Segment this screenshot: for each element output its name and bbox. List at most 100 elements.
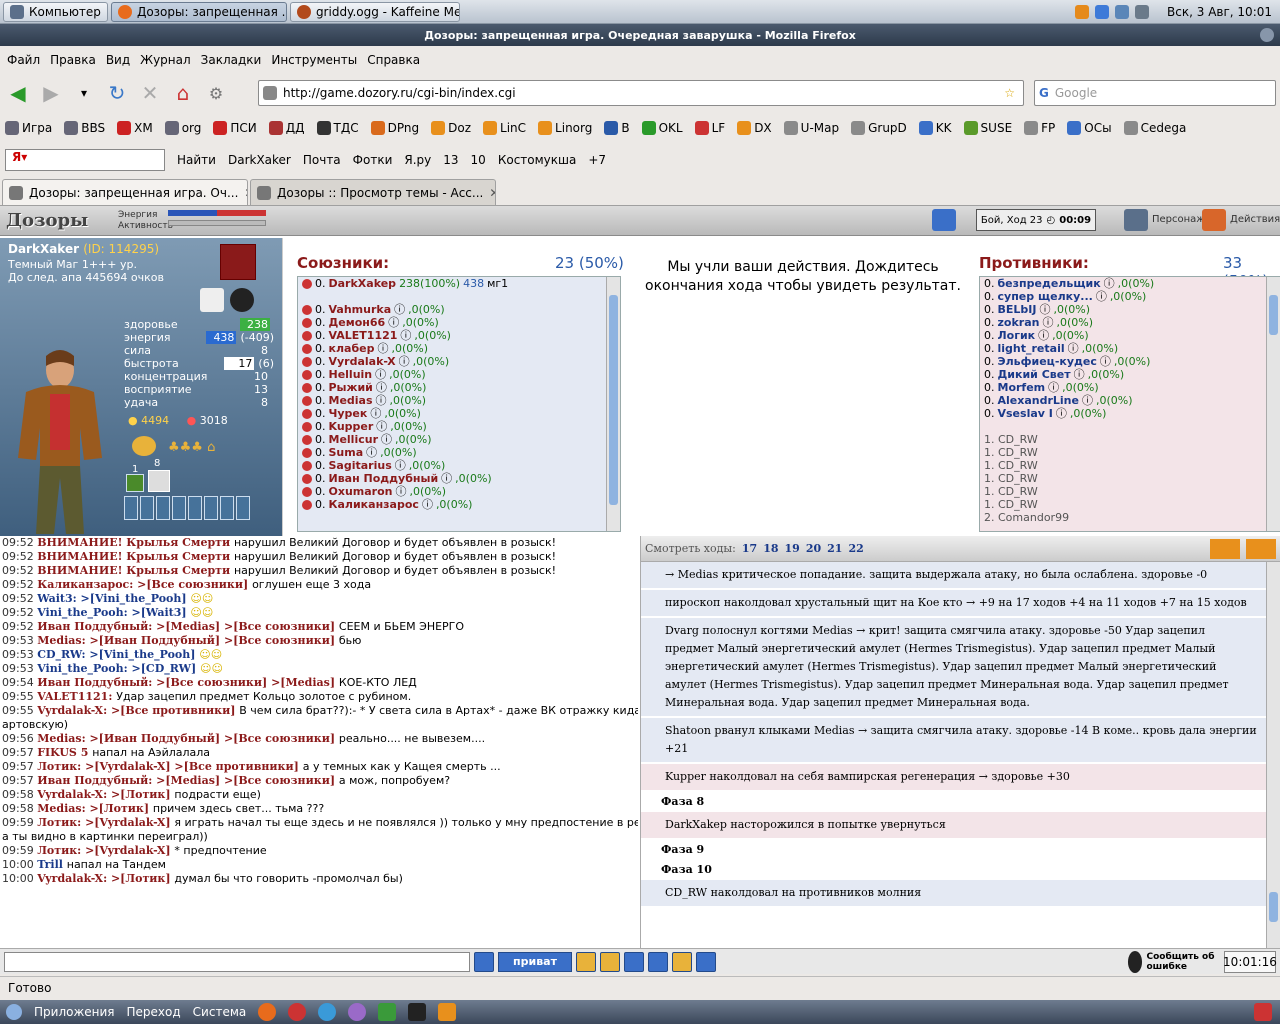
enemy-row[interactable]: 0. Логик ⓘ ,0(0%): [980, 329, 1280, 342]
trash-icon[interactable]: [1254, 1003, 1272, 1021]
bookmark-item[interactable]: OKL: [641, 121, 683, 135]
turn-link[interactable]: 22: [848, 542, 863, 555]
ally-name[interactable]: Oxumaron: [329, 485, 393, 498]
yandex-mail[interactable]: Почта: [303, 153, 341, 167]
bookmark-item[interactable]: ОСы: [1067, 121, 1112, 135]
bookmark-item[interactable]: Cedega: [1123, 121, 1186, 135]
yandex-search-input[interactable]: Я▾: [5, 149, 165, 171]
chat-sender[interactable]: VALET1121:: [37, 690, 116, 703]
chat-sender[interactable]: CD_RW: >[Vini_the_Pooh]: [37, 648, 199, 661]
bookmark-item[interactable]: ПСИ: [213, 121, 257, 135]
firefox-launcher-icon[interactable]: [258, 1003, 277, 1021]
chat-sender[interactable]: Vyrdalak-X: >[Все противники]: [37, 704, 239, 717]
chat-tool-icon[interactable]: [672, 951, 692, 972]
ally-name[interactable]: Каликанзарос: [329, 498, 419, 511]
ally-name[interactable]: Mellicur: [329, 433, 379, 446]
info-icon[interactable]: ⓘ: [394, 303, 405, 316]
enemy-name[interactable]: light_retail: [998, 342, 1065, 355]
enemy-row[interactable]: 0. Эльфиец-кудес ⓘ ,0(0%): [980, 355, 1280, 368]
skill-slot-icon[interactable]: [148, 470, 170, 492]
battle-view-icon[interactable]: [1210, 538, 1240, 559]
search-box[interactable]: G Google: [1034, 80, 1276, 106]
gift-icon[interactable]: [200, 288, 224, 312]
yandex-yaru[interactable]: Я.ру: [404, 153, 431, 167]
ally-row[interactable]: 0. Иван Поддубный ⓘ ,0(0%): [298, 472, 620, 485]
chat-input[interactable]: [4, 951, 470, 972]
network-icon[interactable]: [1115, 4, 1130, 19]
chat-sender[interactable]: Medias: >[Иван Поддубный] >[Все союзники…: [37, 732, 339, 745]
info-icon[interactable]: ⓘ: [441, 472, 452, 485]
menu-help[interactable]: Справка: [362, 53, 425, 67]
info-icon[interactable]: ⓘ: [1100, 355, 1111, 368]
ally-row[interactable]: 0. Чурек ⓘ ,0(0%): [298, 407, 620, 420]
taskbar-computer[interactable]: Компьютер: [3, 1, 108, 22]
bookmark-item[interactable]: SUSE: [963, 121, 1012, 135]
close-tab-icon[interactable]: ✕: [489, 186, 495, 200]
info-icon[interactable]: ⓘ: [422, 498, 433, 511]
bookmark-item[interactable]: KK: [918, 121, 952, 135]
enemy-name[interactable]: супер щелку...: [998, 290, 1093, 303]
ally-name[interactable]: Демон66: [329, 316, 386, 329]
enemy-name[interactable]: Vseslav I: [998, 407, 1053, 420]
panel-clock[interactable]: Вск, 3 Авг, 10:01: [1167, 5, 1272, 19]
chat-sender[interactable]: ВНИМАНИЕ! Крылья Смерти: [37, 536, 234, 549]
bookmark-star-icon[interactable]: ☆: [1004, 86, 1015, 100]
info-icon[interactable]: ⓘ: [366, 446, 377, 459]
ally-name[interactable]: Medias: [329, 394, 373, 407]
clan-emblem[interactable]: [220, 244, 256, 280]
actions-button[interactable]: Действия: [1230, 214, 1280, 225]
places-menu[interactable]: Переход: [127, 1005, 181, 1019]
chat-sender[interactable]: Иван Поддубный: >[Все союзники] >[Medias…: [37, 676, 339, 689]
bookmark-item[interactable]: BBS: [64, 121, 105, 135]
turn-link[interactable]: 17: [742, 542, 757, 555]
applications-menu[interactable]: Приложения: [34, 1005, 115, 1019]
enemy-name[interactable]: zokran: [998, 316, 1040, 329]
menu-view[interactable]: Вид: [101, 53, 135, 67]
chat-sender[interactable]: Vyrdalak-X: >[Лотик]: [37, 788, 174, 801]
bookmark-item[interactable]: ТДС: [316, 121, 359, 135]
person-button[interactable]: Персонаж: [1152, 214, 1205, 225]
google-icon[interactable]: G: [1039, 86, 1049, 100]
info-icon[interactable]: ⓘ: [377, 342, 388, 355]
history-dropdown-icon[interactable]: ▾: [69, 78, 99, 108]
enemy-name[interactable]: AlexandrLine: [998, 394, 1079, 407]
bookmark-item[interactable]: U-Map: [783, 121, 839, 135]
person-icon[interactable]: [1124, 209, 1148, 231]
enemy-row[interactable]: 0. Morfem ⓘ ,0(0%): [980, 381, 1280, 394]
bookmark-item[interactable]: LF: [694, 121, 725, 135]
terminal-launcher-icon[interactable]: [408, 1003, 427, 1021]
bookmark-item[interactable]: DX: [737, 121, 772, 135]
back-icon[interactable]: ◀: [3, 78, 33, 108]
ally-name[interactable]: Vyrdalak-X: [329, 355, 396, 368]
close-tab-icon[interactable]: ✕: [244, 186, 247, 200]
menu-tools[interactable]: Инструменты: [266, 53, 362, 67]
bookmark-folder[interactable]: Linorg: [538, 121, 592, 135]
ally-row[interactable]: 0. Каликанзарос ⓘ ,0(0%): [298, 498, 620, 511]
forward-icon[interactable]: ▶: [36, 78, 66, 108]
inventory-slot[interactable]: [188, 496, 202, 520]
chat-sender[interactable]: ВНИМАНИЕ! Крылья Смерти: [37, 564, 234, 577]
opera-launcher-icon[interactable]: [288, 1003, 307, 1021]
turn-link[interactable]: 20: [806, 542, 821, 555]
menu-history[interactable]: Журнал: [135, 53, 196, 67]
info-icon[interactable]: ⓘ: [370, 407, 381, 420]
chat-sender[interactable]: Medias: >[Лотик]: [37, 802, 153, 815]
volume-icon[interactable]: [1135, 4, 1150, 19]
send-icon[interactable]: [474, 951, 494, 972]
chat-sender[interactable]: Medias: >[Иван Поддубный] >[Все союзники…: [37, 634, 339, 647]
chat-sender[interactable]: Иван Поддубный: >[Medias] >[Все союзники…: [37, 774, 339, 787]
menu-edit[interactable]: Правка: [45, 53, 101, 67]
ally-name[interactable]: Рыжий: [329, 381, 373, 394]
info-icon[interactable]: ⓘ: [400, 329, 411, 342]
bookmark-item[interactable]: ДД: [268, 121, 305, 135]
bookmark-item[interactable]: FP: [1024, 121, 1055, 135]
bluetooth-icon[interactable]: [1095, 4, 1110, 19]
ally-row[interactable]: 0. Oxumaron ⓘ ,0(0%): [298, 485, 620, 498]
ally-row[interactable]: 0. Kupper ⓘ ,0(0%): [298, 420, 620, 433]
enemy-name[interactable]: безпредельщик: [998, 277, 1101, 290]
turn-link[interactable]: 19: [785, 542, 800, 555]
ally-name[interactable]: Helluin: [329, 368, 373, 381]
taskbar-firefox[interactable]: Дозоры: запрещенная ...: [110, 1, 287, 22]
inventory-slot[interactable]: [124, 496, 138, 520]
info-icon[interactable]: ⓘ: [395, 459, 406, 472]
